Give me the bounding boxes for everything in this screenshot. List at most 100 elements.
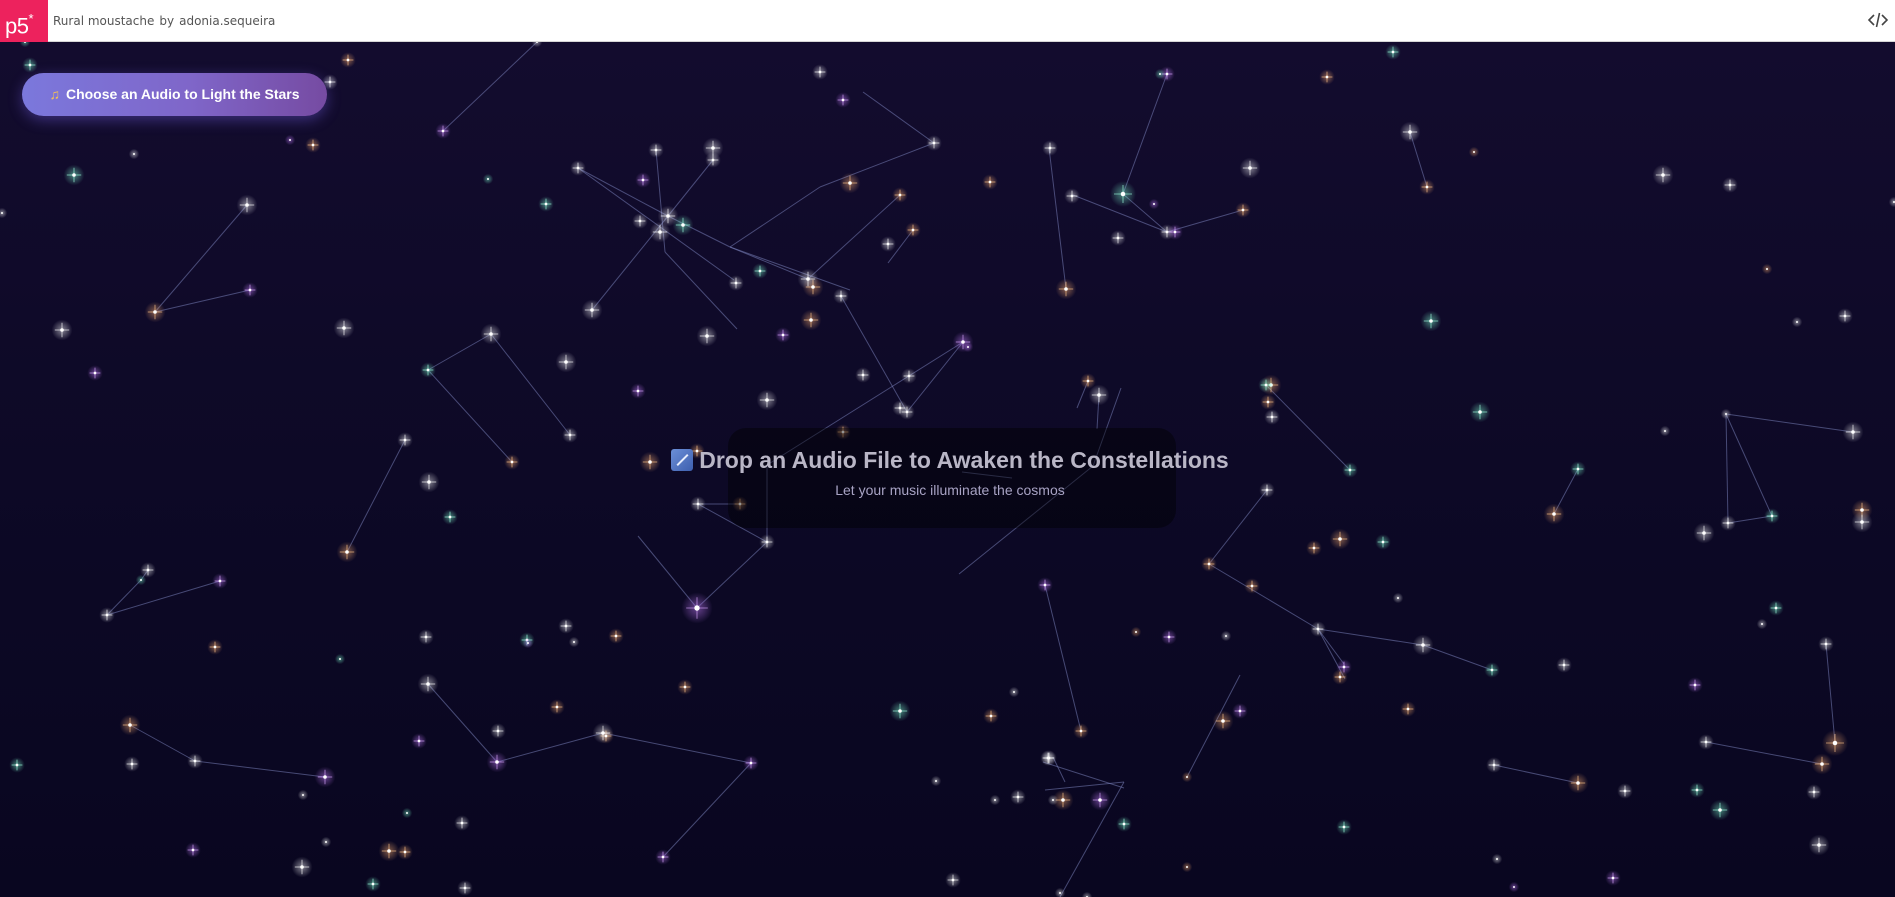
star (962, 341, 974, 353)
p5-logo[interactable]: p5* (0, 0, 48, 42)
constellation-line (1048, 147, 1067, 290)
star (901, 368, 917, 384)
star (1808, 834, 1830, 856)
star (397, 844, 413, 860)
star (752, 263, 768, 279)
by-label: by (159, 14, 175, 28)
constellation-line (1044, 584, 1082, 732)
star (696, 325, 718, 347)
sketch-canvas[interactable]: ♫ Choose an Audio to Light the Stars Drop… (0, 42, 1895, 897)
star (1181, 861, 1193, 873)
star (1484, 662, 1500, 678)
constellation-line (1042, 761, 1125, 789)
star (1342, 462, 1358, 478)
star (1842, 421, 1864, 443)
star (1260, 394, 1276, 410)
drop-zone-panel[interactable] (728, 428, 1176, 528)
star (236, 194, 258, 216)
constellation-line (427, 683, 498, 763)
star (775, 327, 791, 343)
star (418, 629, 434, 645)
star (504, 454, 520, 470)
constellation-line (819, 142, 935, 188)
star (570, 160, 586, 176)
star (314, 766, 336, 788)
constellation-line (427, 369, 513, 463)
star (562, 427, 578, 443)
constellation-line (667, 159, 714, 217)
star (880, 236, 896, 252)
star (1089, 789, 1111, 811)
star (435, 123, 451, 139)
star (630, 383, 646, 399)
star (690, 496, 706, 512)
star (401, 807, 413, 819)
star (411, 733, 427, 749)
star (480, 323, 502, 345)
star (1687, 677, 1703, 693)
star (1080, 373, 1096, 389)
star (648, 142, 664, 158)
star (632, 213, 648, 229)
star (1837, 308, 1853, 324)
star (51, 319, 73, 341)
choose-audio-button[interactable]: ♫ Choose an Audio to Light the Stars (22, 73, 327, 116)
star (1617, 783, 1633, 799)
star (9, 757, 25, 773)
author-link[interactable]: adonia.sequeira (179, 14, 275, 28)
constellation-line (194, 760, 326, 778)
star (1412, 634, 1434, 656)
star (1400, 701, 1416, 717)
constellation-line (577, 167, 669, 217)
star (1154, 68, 1166, 80)
star (812, 64, 828, 80)
star (378, 840, 400, 862)
star (800, 309, 822, 331)
star (87, 365, 103, 381)
star (1332, 669, 1348, 685)
constellation-line (1122, 73, 1168, 195)
sketch-name[interactable]: Rural moustache (53, 14, 154, 28)
star (835, 92, 851, 108)
star (1110, 181, 1136, 207)
star (365, 876, 381, 892)
constellation-line (154, 204, 248, 313)
constellation-line (1265, 384, 1351, 471)
drop-title-text: Drop an Audio File to Awaken the Constel… (699, 447, 1229, 473)
star (1698, 734, 1714, 750)
star (336, 541, 358, 563)
star (1399, 121, 1421, 143)
constellation-line (1044, 781, 1125, 791)
star (1232, 703, 1248, 719)
star (1110, 230, 1126, 246)
star (63, 164, 85, 186)
star (1689, 782, 1705, 798)
star (635, 172, 651, 188)
star (889, 700, 911, 722)
code-brackets-icon[interactable] (1867, 10, 1889, 30)
constellation-line (1317, 628, 1424, 646)
star (22, 57, 38, 73)
star (291, 856, 313, 878)
star (1235, 202, 1251, 218)
star (681, 592, 713, 624)
constellation-line (840, 295, 908, 413)
star (899, 404, 915, 420)
star (1319, 69, 1335, 85)
star (657, 205, 679, 227)
star (1468, 146, 1480, 158)
logo-asterisk: * (28, 11, 34, 26)
star (1720, 408, 1732, 420)
star (1148, 198, 1160, 210)
star (1130, 626, 1142, 638)
star (417, 673, 439, 695)
star (1768, 600, 1784, 616)
star (1212, 710, 1234, 732)
star (99, 607, 115, 623)
star (1570, 461, 1586, 477)
star (1818, 636, 1834, 652)
star (833, 288, 849, 304)
star (930, 775, 942, 787)
star (124, 756, 140, 772)
star (1567, 772, 1589, 794)
